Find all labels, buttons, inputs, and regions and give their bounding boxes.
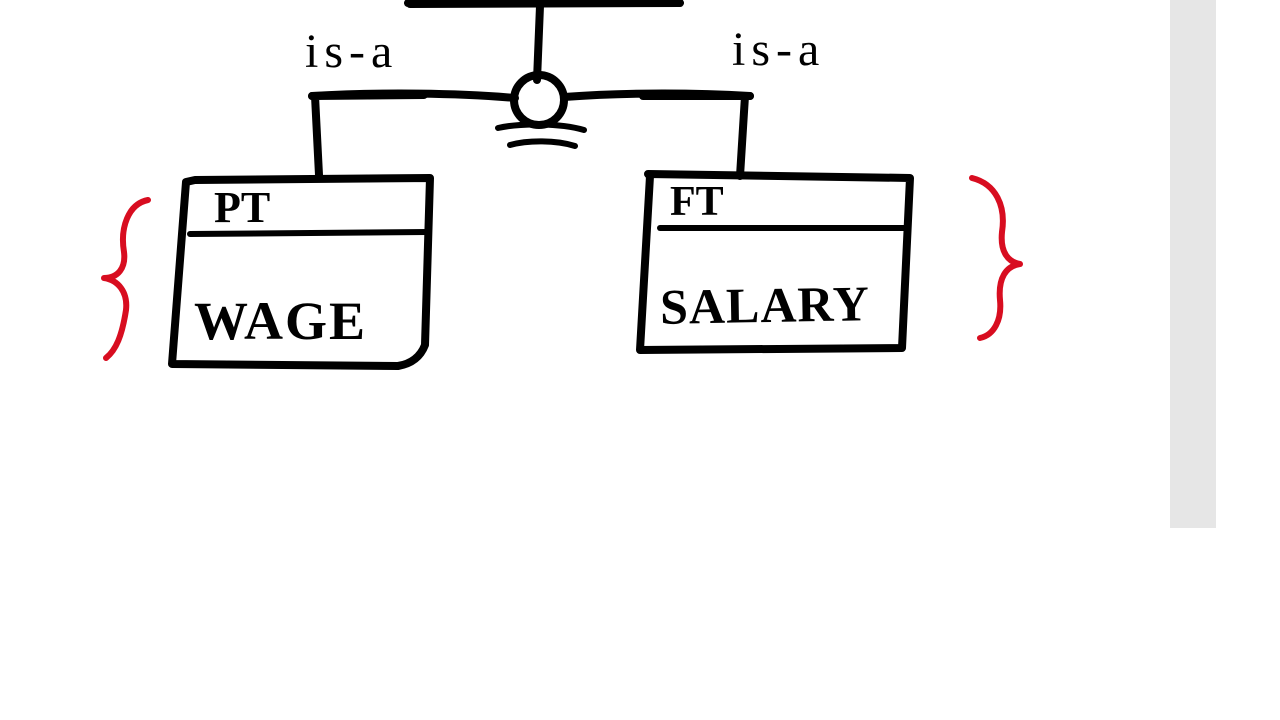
child-pt-title: PT [214,182,270,233]
relation-label-right: is-a [732,22,825,77]
child-pt-attr: WAGE [194,290,367,352]
child-ft-title: FT [670,178,724,226]
relation-label-left: is-a [305,24,398,79]
branch-left-into-circle [312,94,515,98]
whiteboard-canvas: is-a is-a PT WAGE FT SALARY [0,0,1170,528]
diagram-svg [0,0,1170,528]
brace-left-icon [104,200,148,358]
junction-rule-line-1 [498,124,584,130]
parent-box-bottom-edge [408,0,680,4]
brace-right-icon [972,178,1020,338]
child-ft-attr: SALARY [660,274,871,336]
scrollbar-track[interactable] [1170,0,1216,528]
branch-connector [312,95,750,176]
branch-right-into-circle [564,94,750,98]
junction-rule-line-2 [510,141,575,146]
connector-parent-to-junction [537,6,540,80]
